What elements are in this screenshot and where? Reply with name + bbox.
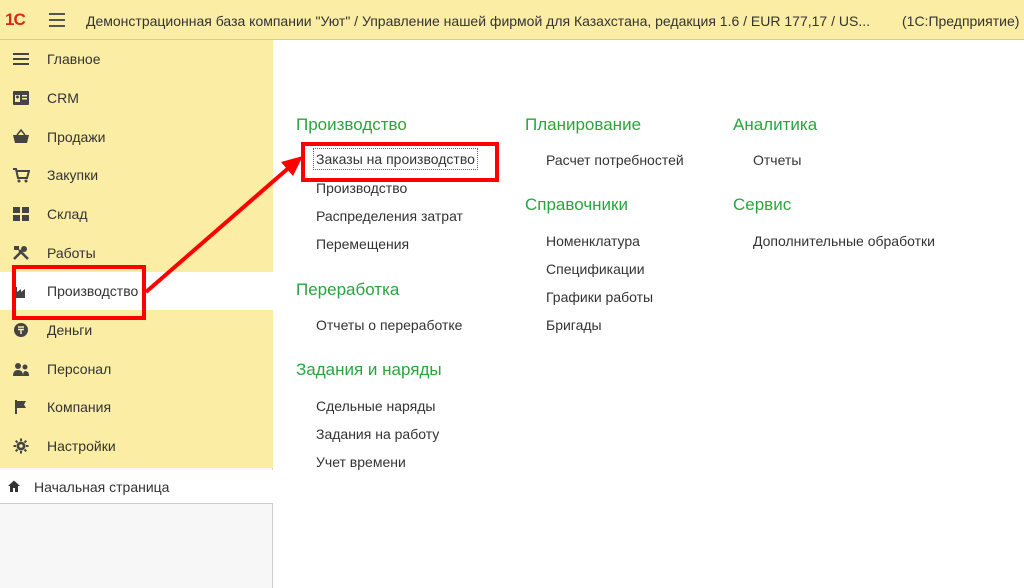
annotation-arrow [144, 156, 303, 294]
